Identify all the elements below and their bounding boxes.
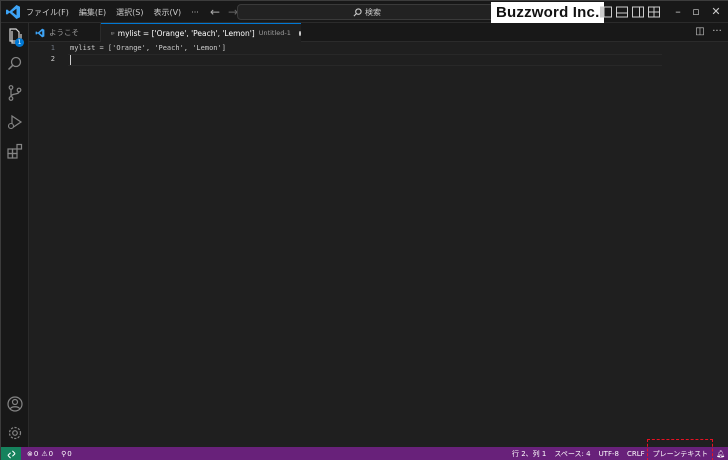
vscode-logo-icon (35, 28, 45, 37)
warning-icon: ⚠ (41, 450, 48, 458)
end-of-line[interactable]: CRLF (627, 450, 645, 458)
status-bar: ⊗ 0 ⚠ 0 ⚲ 0 行 2、列 1 スペース: 4 UTF-8 CRLF プ… (1, 447, 728, 460)
error-count: 0 (33, 450, 39, 458)
problems-indicator[interactable]: ⊗ 0 ⚠ 0 (27, 450, 53, 458)
ports-count: 0 (67, 450, 72, 458)
code-line-1[interactable]: mylist = ['Orange', 'Peach', 'Lemon'] (70, 44, 226, 52)
warning-count: 0 (48, 450, 54, 458)
minimize-icon[interactable]: – (669, 3, 687, 21)
toggle-panel-icon[interactable] (615, 5, 629, 19)
source-control-icon[interactable] (6, 84, 24, 102)
activity-bar: 1 (1, 23, 29, 447)
broadcast-icon: ⚲ (61, 450, 67, 458)
menu-selection[interactable]: 選択(S) (116, 7, 143, 18)
plain-text-file-icon (111, 31, 115, 35)
vscode-window: ファイル(F) 編集(E) 選択(S) 表示(V) ··· ← → 検索 Buz… (0, 0, 728, 460)
command-center-search[interactable]: 検索 (237, 4, 497, 20)
menu-view[interactable]: 表示(V) (153, 7, 181, 18)
brand-watermark: Buzzword Inc. (491, 2, 605, 23)
language-mode[interactable]: プレーンテキスト (653, 449, 708, 459)
accounts-icon[interactable] (6, 395, 24, 413)
menu-edit[interactable]: 編集(E) (79, 7, 106, 18)
encoding[interactable]: UTF-8 (599, 450, 619, 458)
back-arrow-icon[interactable]: ← (207, 4, 223, 20)
ports-indicator[interactable]: ⚲ 0 (61, 450, 72, 458)
tab-welcome[interactable]: ようこそ (29, 23, 101, 42)
customize-layout-icon[interactable] (647, 5, 661, 19)
unsaved-dot-icon[interactable] (298, 30, 301, 36)
menu-bar: ファイル(F) 編集(E) 選択(S) 表示(V) ··· (26, 1, 209, 23)
tab-title: mylist = ['Orange', 'Peach', 'Lemon'] (117, 28, 255, 38)
search-placeholder: 検索 (365, 7, 381, 17)
line-number-2: 2 (50, 55, 55, 63)
close-icon[interactable]: ✕ (707, 3, 725, 21)
run-debug-icon[interactable] (6, 113, 24, 131)
menu-file[interactable]: ファイル(F) (26, 7, 69, 18)
notifications-bell-icon[interactable]: 🔔︎ (716, 450, 725, 458)
line-number-1: 1 (50, 44, 55, 52)
remote-indicator[interactable] (1, 447, 21, 460)
menu-more[interactable]: ··· (191, 8, 199, 17)
more-actions-icon[interactable]: ··· (711, 26, 723, 38)
vscode-logo-icon (6, 5, 20, 19)
line-number-gutter: 1 2 (29, 42, 59, 447)
title-bar: ファイル(F) 編集(E) 選択(S) 表示(V) ··· ← → 検索 Buz… (1, 1, 728, 23)
search-icon (353, 7, 362, 16)
text-cursor (70, 55, 71, 65)
search-icon[interactable] (6, 55, 24, 73)
tab-welcome-label: ようこそ (49, 28, 79, 37)
tab-description: Untitled-1 (258, 29, 291, 37)
explorer-badge: 1 (15, 38, 24, 47)
toggle-primary-sidebar-icon[interactable] (599, 5, 613, 19)
editor-tab-bar: ようこそ mylist = ['Orange', 'Peach', 'Lemon… (29, 23, 728, 42)
cursor-position[interactable]: 行 2、列 1 (512, 449, 546, 459)
editor-area[interactable]: 1 2 mylist = ['Orange', 'Peach', 'Lemon'… (29, 42, 728, 447)
extensions-icon[interactable] (6, 142, 24, 160)
indentation[interactable]: スペース: 4 (554, 449, 590, 459)
split-editor-icon[interactable]: ◫ (694, 26, 706, 38)
error-icon: ⊗ (27, 450, 33, 458)
settings-gear-icon[interactable] (6, 424, 24, 442)
current-line-highlight (68, 54, 662, 66)
tab-untitled-1[interactable]: mylist = ['Orange', 'Peach', 'Lemon'] Un… (101, 23, 301, 42)
maximize-icon[interactable]: ▫ (687, 3, 705, 21)
status-bar-right: 行 2、列 1 スペース: 4 UTF-8 CRLF プレーンテキスト 🔔︎ (504, 447, 728, 460)
toggle-secondary-sidebar-icon[interactable] (631, 5, 645, 19)
remote-icon (7, 450, 15, 458)
